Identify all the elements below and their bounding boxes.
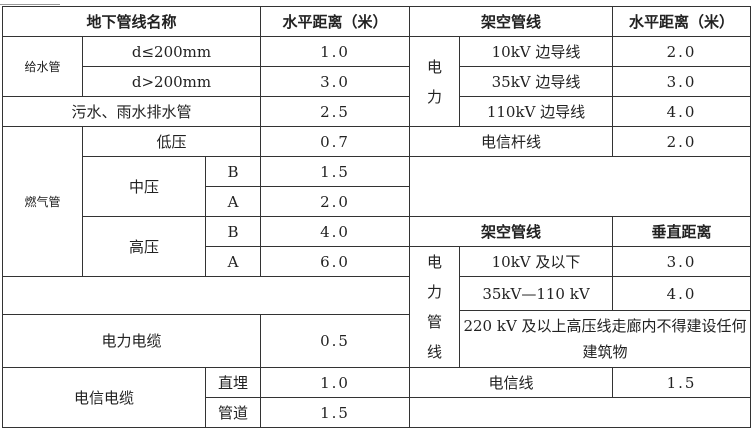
telecom-line-label: 电信线 <box>408 367 614 398</box>
header-horizontal-distance-right: 水平距离（米） <box>612 6 752 37</box>
gas-high-value-a: 6.0 <box>260 246 410 277</box>
blank-cell-right <box>408 156 752 217</box>
header-row: 地下管线名称 水平距离（米） 架空管线 水平距离（米） <box>2 6 752 37</box>
power-cable-value: 0.5 <box>260 314 410 368</box>
gas-label: 燃气管 <box>2 126 83 277</box>
header-horizontal-distance-left: 水平距离（米） <box>260 6 410 37</box>
water-value-1: 1.0 <box>260 36 410 67</box>
gas-high-value-b: 4.0 <box>260 216 410 247</box>
table-row: 电信电缆 直埋 1.0 电信线 1.5 <box>2 367 752 428</box>
telecom-cable-label: 电信电缆 <box>2 367 206 428</box>
overhead-power-value-2: 3.0 <box>612 66 752 97</box>
gas-medium-grade-a: A <box>205 186 261 217</box>
telecom-value-2: 1.5 <box>260 397 410 428</box>
sewer-value: 2.5 <box>260 96 410 127</box>
gas-low-label: 低压 <box>82 126 261 157</box>
overhead-power-line-3: 110kV 边导线 <box>458 96 614 127</box>
water-condition-2: d>200mm <box>82 66 261 97</box>
table-row: d>200mm 3.0 35kV 边导线 3.0 <box>3 66 752 97</box>
blank-cell-left <box>2 276 410 315</box>
water-condition-1: d≤200mm <box>82 36 261 67</box>
overhead-power-value-3: 4.0 <box>612 96 752 127</box>
blank-cell-bottom-right <box>408 397 752 428</box>
gas-high-grade-a: A <box>205 246 261 277</box>
gas-low-value: 0.7 <box>260 126 410 157</box>
sewer-label: 污水、雨水排水管 <box>2 96 261 127</box>
header-underground-name: 地下管线名称 <box>2 6 261 37</box>
telecom-pole-value: 2.0 <box>612 126 752 157</box>
overhead-vertical-value-2: 4.0 <box>612 276 752 311</box>
gas-high-label: 高压 <box>82 216 206 277</box>
table-row: 燃气管 低压 0.7 电信杆线 2.0 <box>2 126 752 277</box>
table-row: 给水管 d≤200mm 1.0 电力 10kV 边导线 2.0 <box>2 36 752 127</box>
table-row: 中压 B 1.5 <box>3 156 752 217</box>
telecom-value-1: 1.0 <box>260 367 410 398</box>
table-row: 污水、雨水排水管 2.5 110kV 边导线 4.0 <box>2 96 752 127</box>
water-value-2: 3.0 <box>260 66 410 97</box>
table-row: 高压 B 4.0 架空管线 垂直距离 <box>3 216 752 277</box>
pipeline-distance-table: 地下管线名称 水平距离（米） 架空管线 水平距离（米） 给水管 d≤200mm … <box>2 6 752 428</box>
telecom-line-value: 1.5 <box>612 367 752 398</box>
header-overhead-lines: 架空管线 <box>408 6 614 37</box>
overhead-vertical-line-1: 10kV 及以下 <box>458 246 614 277</box>
overhead-power-value-1: 2.0 <box>612 36 752 67</box>
water-supply-label: 给水管 <box>2 36 83 97</box>
top-edge-fragment <box>0 0 60 5</box>
telecom-method-1: 直埋 <box>205 367 261 398</box>
gas-medium-grade-b: B <box>205 156 261 187</box>
gas-high-grade-b: B <box>205 216 261 247</box>
header-vertical-distance: 垂直距离 <box>612 216 752 247</box>
power-cable-label: 电力电缆 <box>2 314 261 368</box>
pipeline-distance-table-container: 地下管线名称 水平距离（米） 架空管线 水平距离（米） 给水管 d≤200mm … <box>2 6 752 428</box>
gas-medium-value-b: 1.5 <box>260 156 410 187</box>
gas-medium-value-a: 2.0 <box>260 186 410 217</box>
telecom-method-2: 管道 <box>205 397 261 428</box>
overhead-vertical-value-1: 3.0 <box>612 246 752 277</box>
overhead-vertical-line-2: 35kV—110 kV <box>458 276 614 311</box>
overhead-power-vertical-group-label: 电力管线 <box>409 246 460 368</box>
table-row: 35kV—110 kV 4.0 <box>2 276 752 315</box>
overhead-power-line-2: 35kV 边导线 <box>458 66 614 97</box>
gas-medium-label: 中压 <box>82 156 206 217</box>
telecom-pole-label: 电信杆线 <box>408 126 614 157</box>
header-overhead-lines-2: 架空管线 <box>408 216 614 247</box>
high-voltage-corridor-note: 220 kV 及以上高压线走廊内不得建设任何建筑物 <box>458 310 752 368</box>
overhead-power-line-1: 10kV 边导线 <box>458 36 614 67</box>
overhead-power-group-label: 电力 <box>409 36 460 127</box>
